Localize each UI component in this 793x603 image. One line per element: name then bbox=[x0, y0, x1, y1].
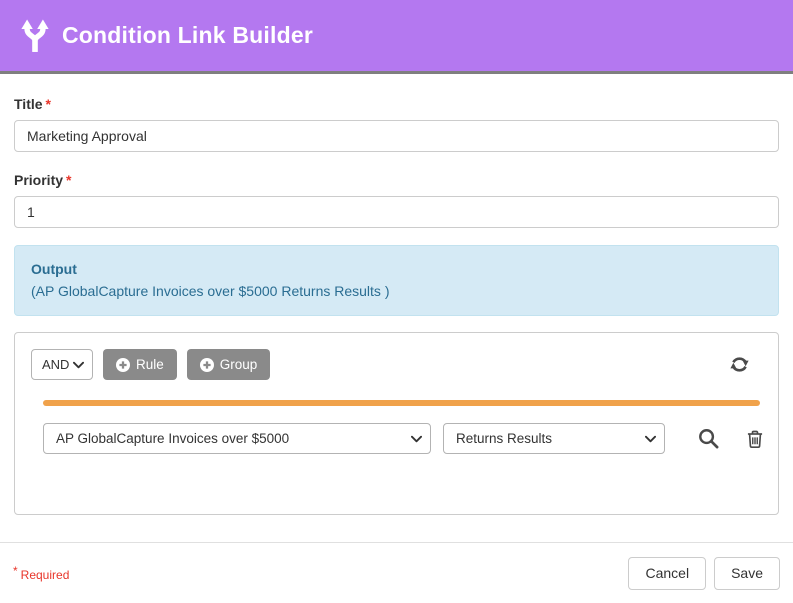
conjunction-select[interactable]: AND bbox=[31, 349, 93, 380]
required-asterisk: * bbox=[13, 564, 18, 578]
output-alert: Output (AP GlobalCapture Invoices over $… bbox=[14, 245, 779, 316]
split-arrows-icon bbox=[16, 16, 54, 56]
trash-icon bbox=[745, 428, 765, 450]
search-button[interactable] bbox=[697, 427, 720, 450]
required-note: *Required bbox=[13, 564, 69, 582]
plus-circle-icon bbox=[116, 358, 130, 372]
add-group-button[interactable]: Group bbox=[187, 349, 271, 380]
refresh-button[interactable] bbox=[729, 354, 750, 375]
condition-group: AND Rule bbox=[14, 332, 779, 515]
search-icon bbox=[697, 427, 720, 450]
title-label: Title* bbox=[14, 96, 779, 112]
group-divider bbox=[43, 400, 760, 406]
page-title: Condition Link Builder bbox=[62, 22, 313, 49]
save-button[interactable]: Save bbox=[714, 557, 780, 590]
title-input[interactable] bbox=[14, 120, 779, 152]
required-asterisk: * bbox=[46, 96, 51, 112]
refresh-icon bbox=[729, 354, 750, 375]
rule-field-select[interactable]: AP GlobalCapture Invoices over $5000 bbox=[43, 423, 431, 454]
add-rule-button[interactable]: Rule bbox=[103, 349, 177, 380]
rule-row: AP GlobalCapture Invoices over $5000 Ret… bbox=[43, 423, 762, 454]
plus-circle-icon bbox=[200, 358, 214, 372]
cancel-button[interactable]: Cancel bbox=[628, 557, 706, 590]
group-toolbar: AND Rule bbox=[31, 349, 762, 380]
required-asterisk: * bbox=[66, 172, 71, 188]
priority-label: Priority* bbox=[14, 172, 779, 188]
rule-operator-select[interactable]: Returns Results bbox=[443, 423, 665, 454]
priority-input[interactable] bbox=[14, 196, 779, 228]
main-content: Title* Priority* Output (AP GlobalCaptur… bbox=[0, 74, 793, 515]
app-footer: *Required Cancel Save bbox=[0, 542, 793, 603]
app-header: Condition Link Builder bbox=[0, 0, 793, 74]
output-label: Output bbox=[31, 259, 762, 281]
delete-rule-button[interactable] bbox=[745, 428, 765, 450]
output-expression: (AP GlobalCapture Invoices over $5000 Re… bbox=[31, 281, 762, 303]
